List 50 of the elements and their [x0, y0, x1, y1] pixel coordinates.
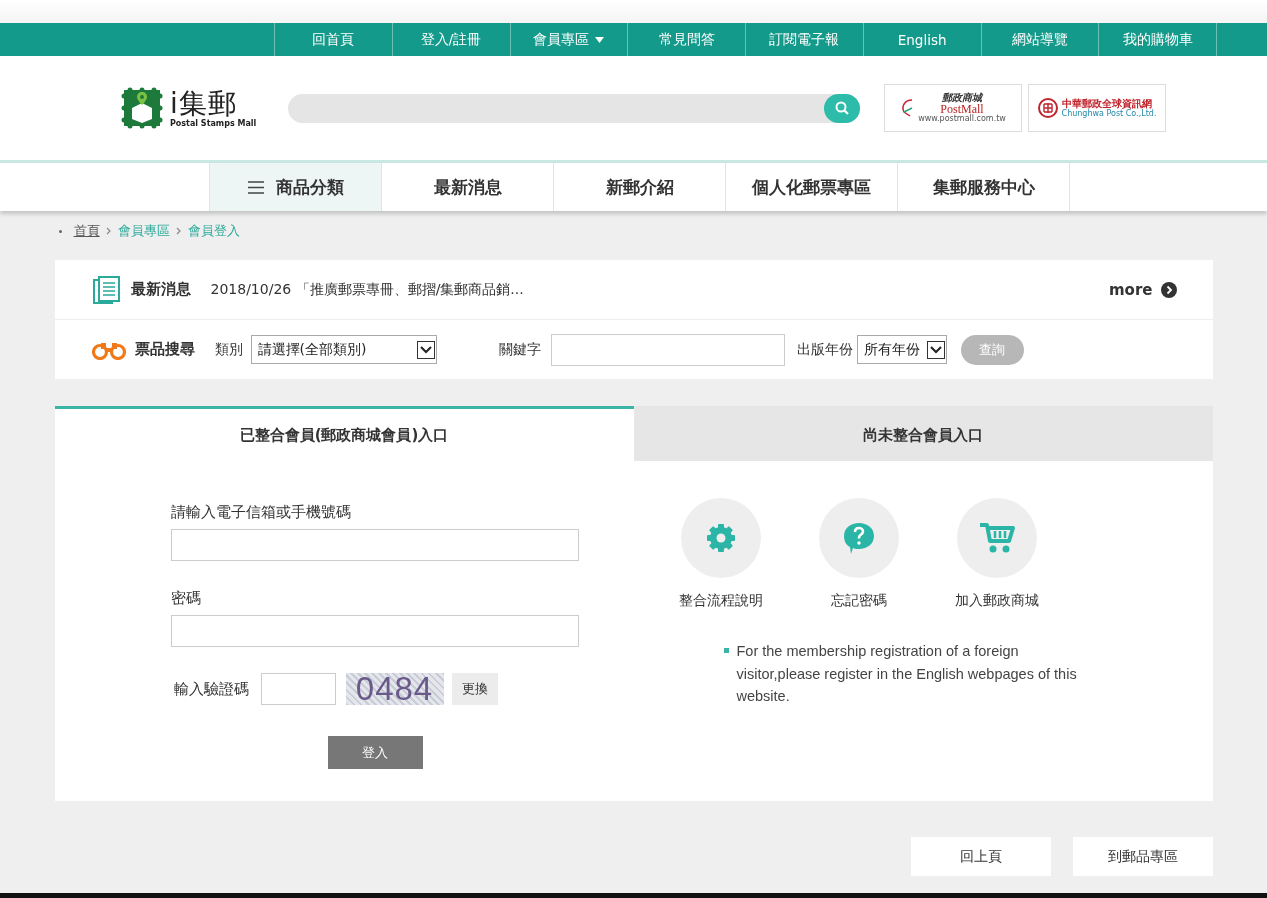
cart-icon [977, 521, 1016, 555]
member-link[interactable]: 加入郵政商城 [954, 592, 1039, 610]
search-field[interactable] [288, 93, 860, 123]
password-field[interactable] [170, 615, 579, 647]
category-label: 類別 [214, 340, 243, 359]
member-link[interactable]: 整合流程說明 [678, 592, 763, 610]
search-button[interactable] [824, 93, 860, 123]
member-link[interactable]: 忘記密碼 [830, 592, 887, 610]
logo-title[interactable]: i集郵 [170, 88, 257, 119]
nav-tab[interactable]: 個人化郵票專區 [726, 163, 898, 211]
post-emblem-icon [1037, 98, 1058, 118]
stamp-logo-icon [120, 86, 164, 130]
nav-tab[interactable]: 商品分類 [210, 163, 382, 211]
nav-tab[interactable]: 最新消息 [382, 163, 554, 211]
email-label: 請輸入電子信箱或手機號碼 [170, 503, 352, 522]
news-label: 最新消息 [130, 280, 191, 299]
search-label: 票品搜尋 [134, 340, 195, 359]
partner-logo[interactable]: 中華郵政全球資訊網 Chunghwa Post Co.,Ltd. [1028, 84, 1166, 132]
menu-icon [247, 180, 264, 194]
login-tab[interactable]: 尚未整合會員入口 [633, 406, 1213, 461]
category-select[interactable]: 請選擇(全部類別) [250, 335, 437, 364]
refresh-captcha-button[interactable]: 更換 [451, 673, 498, 705]
search-icon [835, 101, 849, 115]
caret-icon [595, 36, 605, 43]
email-field[interactable] [170, 529, 579, 561]
password-label: 密碼 [170, 589, 202, 608]
nav-button[interactable]: 回上頁 [910, 837, 1051, 876]
partner-logo[interactable]: 郵政商城 PostMall www.postmall.com.tw [884, 84, 1022, 132]
nav-button[interactable]: 到郵品專區 [1072, 837, 1213, 876]
chevron-icon [105, 227, 112, 235]
more-link[interactable]: more [1109, 280, 1177, 299]
chevron-icon [175, 227, 182, 235]
swoosh-icon [900, 98, 915, 118]
logo-subtitle: Postal Stamps Mall [170, 118, 257, 128]
nav-tab[interactable]: 集郵服務中心 [898, 163, 1070, 211]
keyword-label: 關鍵字 [498, 340, 541, 359]
year-select[interactable]: 所有年份 [856, 335, 947, 364]
news-icon [90, 274, 123, 305]
notice-text: For the membership registration of a foreign visitor,please register in the English webpages of this website. [736, 642, 1078, 706]
bullet-icon [723, 648, 729, 653]
captcha-image: 0484 [345, 673, 444, 705]
keyword-field[interactable] [550, 333, 785, 366]
captcha-field[interactable] [260, 673, 336, 705]
arrow-right-icon [1160, 281, 1177, 298]
login-button[interactable]: 登入 [327, 736, 423, 769]
news-headline[interactable]: 2018/10/26 「推廣郵票專冊、郵摺/集郵商品銷... [210, 280, 524, 299]
captcha-label: 輸入驗證碼 [173, 679, 249, 699]
breadcrumb-link[interactable]: 首頁 [73, 222, 100, 240]
year-label: 出版年份 [796, 340, 853, 359]
nav-tab[interactable]: 新郵介紹 [554, 163, 726, 211]
